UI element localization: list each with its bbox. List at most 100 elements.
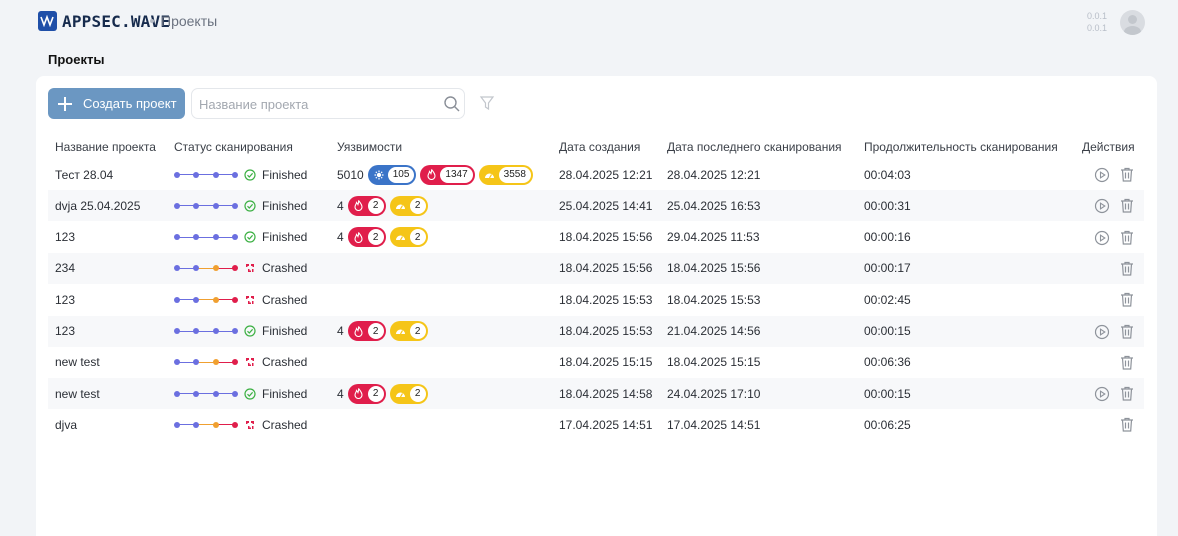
high-severity-badge[interactable]: 2	[347, 321, 386, 341]
table-row[interactable]: 123 Finished 4 2 2 18.04.2025 15:53 21.04.2025…	[48, 315, 1144, 347]
table-row[interactable]: djva Crashed 17.04.2025 14:51 17.04.2025 14…	[48, 409, 1144, 440]
table-row[interactable]: new test Finished 4 2 2 18.04.2025 14:58 24.04…	[48, 378, 1144, 410]
breadcrumb[interactable]: Проекты	[161, 13, 217, 29]
avatar[interactable]	[1120, 10, 1145, 35]
medium-severity-badge[interactable]: 2	[389, 227, 428, 248]
column-header-created[interactable]: Дата создания	[559, 131, 640, 162]
table-row[interactable]: new test Crashed 18.04.2025 15:15 18.04.202…	[48, 347, 1144, 378]
project-name[interactable]: new test	[55, 347, 100, 378]
scan-duration: 00:04:03	[864, 167, 911, 182]
table-row[interactable]: 123 Finished 4 2 2 18.04.2025 15:56 29.04.2025…	[48, 222, 1144, 253]
project-name[interactable]: 123	[55, 222, 75, 253]
row-actions	[1082, 409, 1142, 440]
last-scan-date: 21.04.2025 14:56	[667, 324, 761, 338]
trash-icon[interactable]	[1120, 324, 1134, 339]
flame-icon	[424, 167, 438, 183]
trash-icon[interactable]	[1120, 167, 1134, 182]
scan-duration: 00:06:25	[864, 417, 911, 432]
project-name[interactable]: 234	[55, 253, 75, 284]
progress-step-dot	[174, 359, 180, 366]
trash-icon[interactable]	[1120, 230, 1134, 245]
medium-severity-count: 2	[409, 323, 426, 339]
scan-status: Finished	[174, 378, 307, 409]
low-severity-badge[interactable]: 105	[367, 164, 417, 185]
scan-status: Finished	[174, 316, 307, 347]
create-project-label: Создать проект	[83, 96, 177, 111]
filter-icon[interactable]	[479, 95, 495, 111]
progress-step-dot	[231, 421, 238, 428]
created-date: 18.04.2025 15:53	[559, 292, 653, 307]
progress-step-dot	[212, 328, 219, 334]
crash-icon	[246, 295, 254, 304]
progress-step-dot	[231, 359, 238, 366]
created-date: 28.04.2025 12:21	[559, 167, 653, 182]
column-header-last-scan[interactable]: Дата последнего сканирования	[667, 131, 842, 162]
trash-icon[interactable]	[1120, 417, 1134, 432]
medium-severity-count: 2	[409, 197, 426, 214]
scan-duration: 00:06:36	[864, 355, 911, 370]
row-actions	[1082, 347, 1142, 378]
search-icon[interactable]	[443, 95, 461, 113]
progress-step-dot	[212, 234, 219, 241]
flame-icon	[352, 229, 366, 245]
trash-icon[interactable]	[1120, 261, 1134, 276]
medium-severity-count: 2	[409, 385, 426, 402]
gear-icon	[372, 167, 386, 183]
high-severity-badge[interactable]: 2	[347, 227, 386, 248]
table-row[interactable]: 234 Crashed 18.04.2025 15:56 18.04.2025 15:…	[48, 252, 1144, 284]
progress-step-dot	[174, 265, 180, 272]
medium-severity-badge[interactable]: 2	[389, 195, 428, 216]
progress-step-dot	[212, 202, 219, 209]
medium-severity-badge[interactable]: 2	[389, 321, 428, 341]
scan-status: Crashed	[174, 253, 307, 284]
row-actions	[1082, 222, 1142, 253]
trash-icon[interactable]	[1120, 198, 1134, 213]
high-severity-badge[interactable]: 1347	[420, 164, 475, 185]
table-row[interactable]: dvja 25.04.2025 Finished 4 2 2 25.04.2025 14:…	[48, 190, 1144, 222]
scan-duration: 00:00:17	[864, 261, 911, 276]
trash-icon[interactable]	[1120, 386, 1134, 401]
play-circle-icon[interactable]	[1094, 386, 1110, 402]
play-circle-icon[interactable]	[1094, 324, 1110, 340]
column-header-status[interactable]: Статус сканирования	[174, 131, 293, 162]
play-circle-icon[interactable]	[1094, 198, 1110, 214]
medium-severity-count: 3558	[498, 166, 531, 183]
project-name[interactable]: dvja 25.04.2025	[55, 190, 140, 221]
project-name[interactable]: new test	[55, 378, 100, 409]
column-header-vulns[interactable]: Уязвимости	[337, 131, 402, 162]
project-name[interactable]: 123	[55, 316, 75, 347]
scan-status-label: Finished	[262, 386, 308, 401]
table-row[interactable]: Тест 28.04 Finished 5010 105 1347 3558 28.04.2…	[48, 159, 1144, 190]
scan-status-label: Finished	[262, 167, 308, 182]
row-actions	[1082, 190, 1142, 221]
project-name[interactable]: Тест 28.04	[55, 159, 113, 190]
table-row[interactable]: 123 Crashed 18.04.2025 15:53 18.04.2025 15:…	[48, 284, 1144, 315]
play-circle-icon[interactable]	[1094, 167, 1110, 183]
crash-icon	[246, 358, 254, 367]
project-name[interactable]: djva	[55, 409, 77, 440]
scan-status: Finished	[174, 159, 307, 190]
flame-icon	[352, 198, 366, 214]
high-severity-badge[interactable]: 2	[347, 195, 386, 216]
plus-icon	[58, 96, 72, 111]
scan-status-label: Crashed	[262, 417, 308, 432]
project-name[interactable]: 123	[55, 284, 75, 315]
high-severity-badge[interactable]: 2	[347, 383, 386, 404]
created-date: 18.04.2025 15:56	[559, 261, 653, 276]
medium-severity-badge[interactable]: 2	[389, 383, 428, 404]
trash-icon[interactable]	[1120, 292, 1134, 307]
version-line: 0.0.1	[1087, 23, 1108, 33]
high-severity-count: 2	[367, 323, 384, 339]
scan-progress-track	[174, 421, 238, 429]
table-header: Название проекта Статус сканирования Уяз…	[48, 131, 1144, 162]
create-project-button[interactable]: Создать проект	[48, 88, 185, 119]
column-header-duration[interactable]: Продолжительность сканирования	[864, 131, 1058, 162]
trash-icon[interactable]	[1120, 355, 1134, 370]
vulnerability-total: 4	[337, 230, 344, 245]
medium-severity-badge[interactable]: 3558	[478, 164, 533, 185]
column-header-name[interactable]: Название проекта	[55, 131, 156, 162]
progress-step-dot	[231, 265, 238, 272]
search-input[interactable]	[199, 95, 429, 113]
play-circle-icon[interactable]	[1094, 230, 1110, 246]
medium-severity-count: 2	[409, 229, 426, 246]
